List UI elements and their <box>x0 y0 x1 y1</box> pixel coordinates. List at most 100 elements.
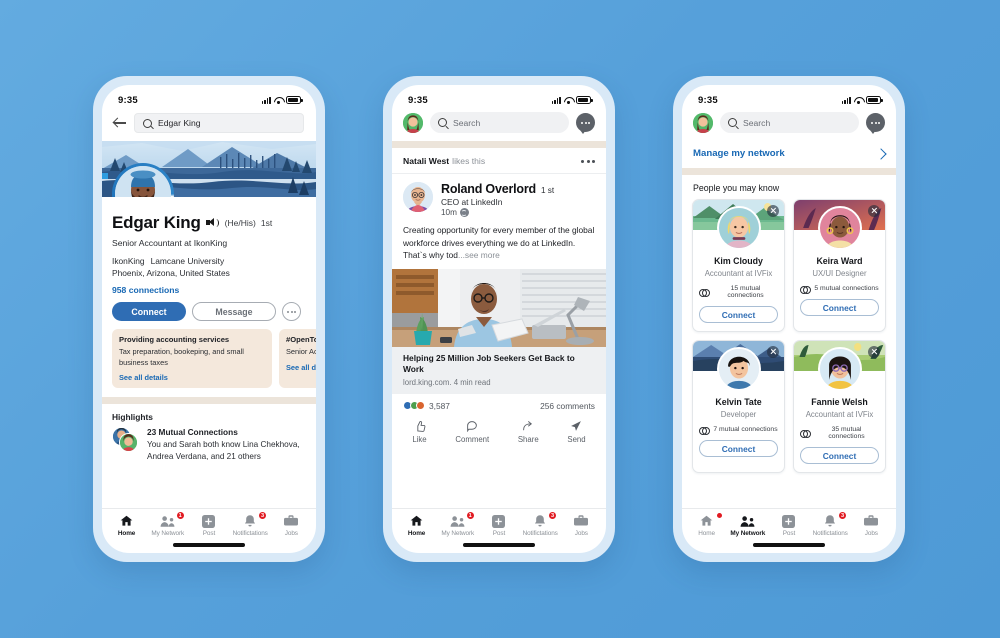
tab-jobs[interactable]: Jobs <box>561 514 601 537</box>
dismiss-button[interactable] <box>767 346 779 358</box>
more-options-button[interactable] <box>282 302 301 322</box>
bottom-nav: Home 1 My Network Post 3 Notifictations … <box>102 508 316 537</box>
avatar[interactable] <box>403 112 423 133</box>
post-icon <box>781 514 796 528</box>
comment-button[interactable]: Comment <box>455 420 489 444</box>
dismiss-button[interactable] <box>767 205 779 217</box>
wifi-icon <box>854 96 863 104</box>
mutual-connections: 15 mutual connections <box>699 285 778 299</box>
connections-count[interactable]: 958 connections <box>112 285 306 295</box>
home-icon <box>699 514 714 528</box>
share-button[interactable]: Share <box>518 420 539 444</box>
home-icon <box>409 514 424 528</box>
wifi-icon <box>274 96 283 104</box>
card-link[interactable]: See all details <box>119 373 265 382</box>
search-icon <box>438 118 447 127</box>
post-author-name[interactable]: Roland Overlord <box>441 182 536 196</box>
post-image[interactable] <box>392 268 606 347</box>
reactions-count[interactable]: 3,587 <box>429 401 450 411</box>
messaging-icon[interactable] <box>576 113 595 134</box>
tab-my-network[interactable]: 1 My Network <box>148 511 188 537</box>
status-icons <box>551 96 593 104</box>
tab-post[interactable]: Post <box>769 514 809 537</box>
avatar[interactable] <box>112 163 174 197</box>
screen-profile: 9:35 Edgar King Edgar King (He/His) 1st … <box>102 85 316 553</box>
search-input[interactable]: Search <box>430 112 569 133</box>
tab-label: Notifictations <box>232 530 268 537</box>
person-card[interactable]: Fannie Welsh Accountant at IVFix 35 mutu… <box>793 340 886 473</box>
network-icon <box>160 514 175 528</box>
connect-button[interactable]: Connect <box>800 299 879 316</box>
post-menu-button[interactable] <box>581 159 595 163</box>
tab-jobs[interactable]: Jobs <box>851 514 891 537</box>
reaction-icons[interactable] <box>403 401 425 411</box>
person-card[interactable]: Keira Ward UX/UI Designer 5 mutual conne… <box>793 199 886 332</box>
tab-notifications[interactable]: 3 Notifictations <box>520 511 560 537</box>
search-placeholder: Search <box>743 117 771 128</box>
dismiss-button[interactable] <box>868 346 880 358</box>
home-indicator <box>392 537 606 553</box>
connect-button[interactable]: Connect <box>800 447 879 464</box>
tab-label: My Network <box>441 530 475 537</box>
see-more-link[interactable]: ...see more <box>458 250 500 260</box>
social-proof-name[interactable]: Natali West <box>403 156 449 166</box>
phone-profile: 9:35 Edgar King Edgar King (He/His) 1st … <box>93 76 325 562</box>
like-button[interactable]: Like <box>412 420 427 444</box>
messaging-icon[interactable] <box>866 113 885 134</box>
profile-card[interactable]: #OpenToW Senior Ac Manager See all de <box>279 329 316 389</box>
action-label: Send <box>567 434 586 444</box>
home-icon <box>119 514 134 528</box>
avatar[interactable] <box>403 182 433 212</box>
search-input[interactable]: Search <box>720 112 859 133</box>
screen-network: 9:35 Search Manage my network People you… <box>682 85 896 553</box>
avatar-progress-ring <box>112 163 174 197</box>
send-button[interactable]: Send <box>567 420 586 444</box>
dismiss-button[interactable] <box>868 205 880 217</box>
tab-notifications[interactable]: 3 Notifictations <box>230 511 270 537</box>
highlights-row[interactable]: 23 Mutual Connections You and Sarah both… <box>112 427 306 463</box>
tab-home[interactable]: Home <box>687 512 727 537</box>
post-author-degree: 1 st <box>540 186 555 195</box>
send-icon <box>571 420 582 431</box>
tab-notifications[interactable]: 3 Notifictations <box>810 511 850 537</box>
connect-button[interactable]: Connect <box>699 306 778 323</box>
mutual-connections-text: 15 mutual connections <box>727 285 764 299</box>
tab-label: Notifictations <box>812 530 848 537</box>
tab-post[interactable]: Post <box>479 514 519 537</box>
status-bar: 9:35 <box>392 85 606 111</box>
card-title: #OpenToW <box>286 335 316 345</box>
comments-count[interactable]: 256 comments <box>540 401 595 411</box>
mutual-connections-text: 5 mutual connections <box>814 285 879 292</box>
tab-label: Home <box>407 530 426 537</box>
person-role: Accountant at IVFix <box>805 410 874 419</box>
link-meta: lord.king.com. 4 min read <box>403 377 491 387</box>
message-button[interactable]: Message <box>192 302 276 322</box>
home-indicator <box>682 537 896 553</box>
comment-icon <box>467 420 478 432</box>
person-card[interactable]: Kelvin Tate Developer 7 mutual connectio… <box>692 340 785 473</box>
profile-card[interactable]: Providing accounting services Tax prepar… <box>112 329 272 389</box>
status-time: 9:35 <box>408 94 428 106</box>
mutual-connections: 7 mutual connections <box>699 426 778 435</box>
location: Phoenix, Arizona, United States <box>112 268 230 279</box>
tab-my-network[interactable]: 1 My Network <box>438 511 478 537</box>
tab-home[interactable]: Home <box>107 514 147 537</box>
search-input[interactable]: Edgar King <box>134 113 304 133</box>
person-card[interactable]: Kim Cloudy Accountant at IVFix 15 mutual… <box>692 199 785 332</box>
status-time: 9:35 <box>698 94 718 106</box>
post-link-preview[interactable]: Helping 25 Million Job Seekers Get Back … <box>392 346 606 394</box>
avatar[interactable] <box>693 112 713 133</box>
tab-post[interactable]: Post <box>189 514 229 537</box>
manage-network-link[interactable]: Manage my network <box>682 141 896 168</box>
bell-icon <box>243 514 258 528</box>
tab-home[interactable]: Home <box>397 514 437 537</box>
tab-label: Post <box>492 530 506 537</box>
connect-button[interactable]: Connect <box>699 440 778 457</box>
back-arrow-icon[interactable] <box>113 116 127 130</box>
connect-button[interactable]: Connect <box>112 302 186 322</box>
post-author-text: Roland Overlord 1 st CEO at LinkedIn 10m <box>441 182 554 217</box>
card-link[interactable]: See all de <box>286 363 316 372</box>
tab-my-network[interactable]: My Network <box>728 514 768 537</box>
tab-jobs[interactable]: Jobs <box>271 514 311 537</box>
name-pronunciation-icon[interactable] <box>205 217 220 229</box>
